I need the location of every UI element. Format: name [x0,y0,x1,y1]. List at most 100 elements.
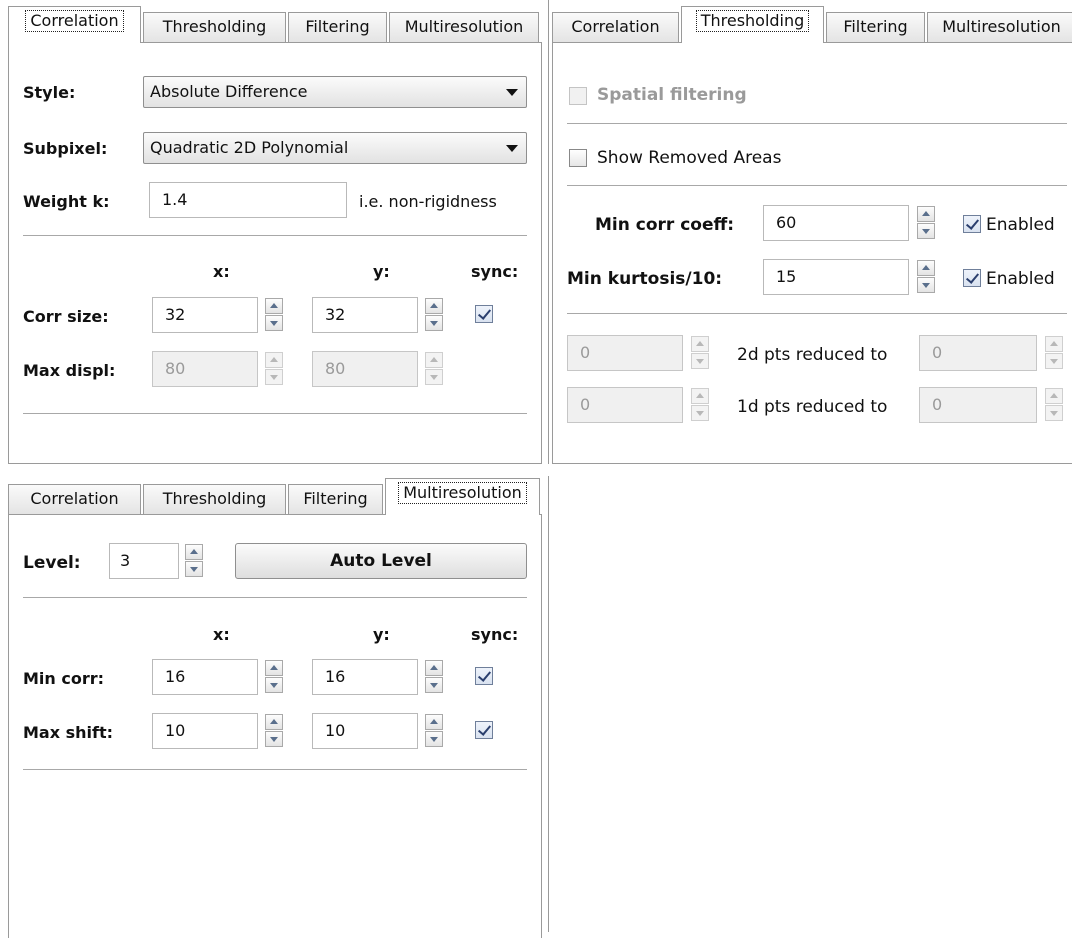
tab-correlation[interactable]: Correlation [8,6,141,43]
spin-up-icon[interactable] [425,352,443,368]
corr-size-x-input[interactable]: 32 [152,297,258,333]
tab-correlation[interactable]: Correlation [8,484,141,514]
spin-down-icon[interactable] [1045,405,1063,421]
tab-filtering[interactable]: Filtering [288,12,387,42]
max-shift-x-spinner[interactable] [265,714,283,748]
min-corr-coeff-input[interactable]: 60 [763,205,909,241]
spin-down-icon[interactable] [265,731,283,747]
thresholding-page: Spatial filtering Show Removed Areas Min… [552,42,1072,464]
min-corr-sync-checkbox[interactable] [475,667,493,685]
spin-down-icon[interactable] [917,223,935,239]
pts-1d-from-input[interactable]: 0 [567,387,683,423]
spin-down-icon[interactable] [691,353,709,369]
subpixel-label: Subpixel: [23,139,108,158]
spin-down-icon[interactable] [691,405,709,421]
pts-2d-from-spinner[interactable] [691,336,709,370]
max-shift-x-input[interactable]: 10 [152,713,258,749]
weight-k-input[interactable]: 1.4 [149,182,347,218]
spin-up-icon[interactable] [425,714,443,730]
spin-up-icon[interactable] [425,660,443,676]
spin-down-icon[interactable] [425,677,443,693]
pts-2d-to-spinner[interactable] [1045,336,1063,370]
divider [23,769,527,770]
tab-filtering[interactable]: Filtering [826,12,925,42]
spatial-filtering-label: Spatial filtering [597,85,747,105]
spin-up-icon[interactable] [265,352,283,368]
tab-thresholding[interactable]: Thresholding [143,12,286,42]
min-corr-x-spinner[interactable] [265,660,283,694]
min-kurtosis-spinner[interactable] [917,260,935,294]
spin-up-icon[interactable] [185,544,203,560]
min-corr-coeff-enabled-checkbox[interactable] [963,215,981,233]
divider [23,597,527,598]
spin-down-icon[interactable] [265,677,283,693]
pts-1d-to-input[interactable]: 0 [919,387,1037,423]
pts-2d-to-input[interactable]: 0 [919,335,1037,371]
divider [23,413,527,414]
spin-up-icon[interactable] [265,714,283,730]
max-shift-sync-checkbox[interactable] [475,721,493,739]
spin-up-icon[interactable] [691,388,709,404]
tab-correlation[interactable]: Correlation [552,12,679,42]
max-displ-y-spinner[interactable] [425,352,443,386]
spin-down-icon[interactable] [265,315,283,331]
pts-1d-label: 1d pts reduced to [737,397,888,417]
tab-thresholding[interactable]: Thresholding [681,6,824,43]
spin-down-icon[interactable] [425,369,443,385]
tab-filtering[interactable]: Filtering [288,484,383,514]
min-corr-coeff-spinner[interactable] [917,206,935,240]
pts-1d-to-spinner[interactable] [1045,388,1063,422]
spin-up-icon[interactable] [1045,388,1063,404]
level-spinner[interactable] [185,544,203,578]
x-header: x: [213,262,230,281]
corr-size-x-spinner[interactable] [265,298,283,332]
show-removed-areas-label: Show Removed Areas [597,148,782,168]
auto-level-button[interactable]: Auto Level [235,543,527,579]
spin-up-icon[interactable] [691,336,709,352]
spin-down-icon[interactable] [185,561,203,577]
min-corr-coeff-label: Min corr coeff: [595,215,735,235]
spin-up-icon[interactable] [917,206,935,222]
min-corr-y-input[interactable]: 16 [312,659,418,695]
subpixel-select[interactable]: Quadratic 2D Polynomial [143,132,527,164]
tab-multiresolution[interactable]: Multiresolution [389,12,539,42]
spin-up-icon[interactable] [425,298,443,314]
min-kurtosis-enabled-checkbox[interactable] [963,269,981,287]
pts-2d-from-input[interactable]: 0 [567,335,683,371]
level-input[interactable]: 3 [109,543,179,579]
corr-size-sync-checkbox[interactable] [475,305,493,323]
tab-multiresolution[interactable]: Multiresolution [385,478,540,515]
tab-multiresolution[interactable]: Multiresolution [927,12,1072,42]
spatial-filtering-checkbox[interactable] [569,87,587,105]
min-corr-x-input[interactable]: 16 [152,659,258,695]
y-header: y: [373,625,390,644]
max-displ-x-spinner[interactable] [265,352,283,386]
spin-down-icon[interactable] [425,731,443,747]
max-shift-y-spinner[interactable] [425,714,443,748]
vertical-divider [548,476,549,932]
spin-up-icon[interactable] [1045,336,1063,352]
x-header: x: [213,625,230,644]
max-displ-y-input[interactable]: 80 [312,351,418,387]
corr-size-y-input[interactable]: 32 [312,297,418,333]
spin-up-icon[interactable] [917,260,935,276]
style-select[interactable]: Absolute Difference [143,76,527,108]
spin-down-icon[interactable] [265,369,283,385]
max-displ-x-input[interactable]: 80 [152,351,258,387]
tab-thresholding[interactable]: Thresholding [143,484,286,514]
min-corr-y-spinner[interactable] [425,660,443,694]
spin-down-icon[interactable] [917,277,935,293]
sync-header: sync: [471,262,519,281]
spin-up-icon[interactable] [265,298,283,314]
corr-size-y-spinner[interactable] [425,298,443,332]
spin-down-icon[interactable] [425,315,443,331]
spin-up-icon[interactable] [265,660,283,676]
min-kurtosis-input[interactable]: 15 [763,259,909,295]
tab-bar: Correlation Thresholding Filtering Multi… [8,6,542,43]
pts-1d-from-spinner[interactable] [691,388,709,422]
show-removed-areas-checkbox[interactable] [569,149,587,167]
tab-bar: Correlation Thresholding Filtering Multi… [8,478,542,515]
spin-down-icon[interactable] [1045,353,1063,369]
max-shift-y-input[interactable]: 10 [312,713,418,749]
correlation-panel: Correlation Thresholding Filtering Multi… [8,6,542,464]
